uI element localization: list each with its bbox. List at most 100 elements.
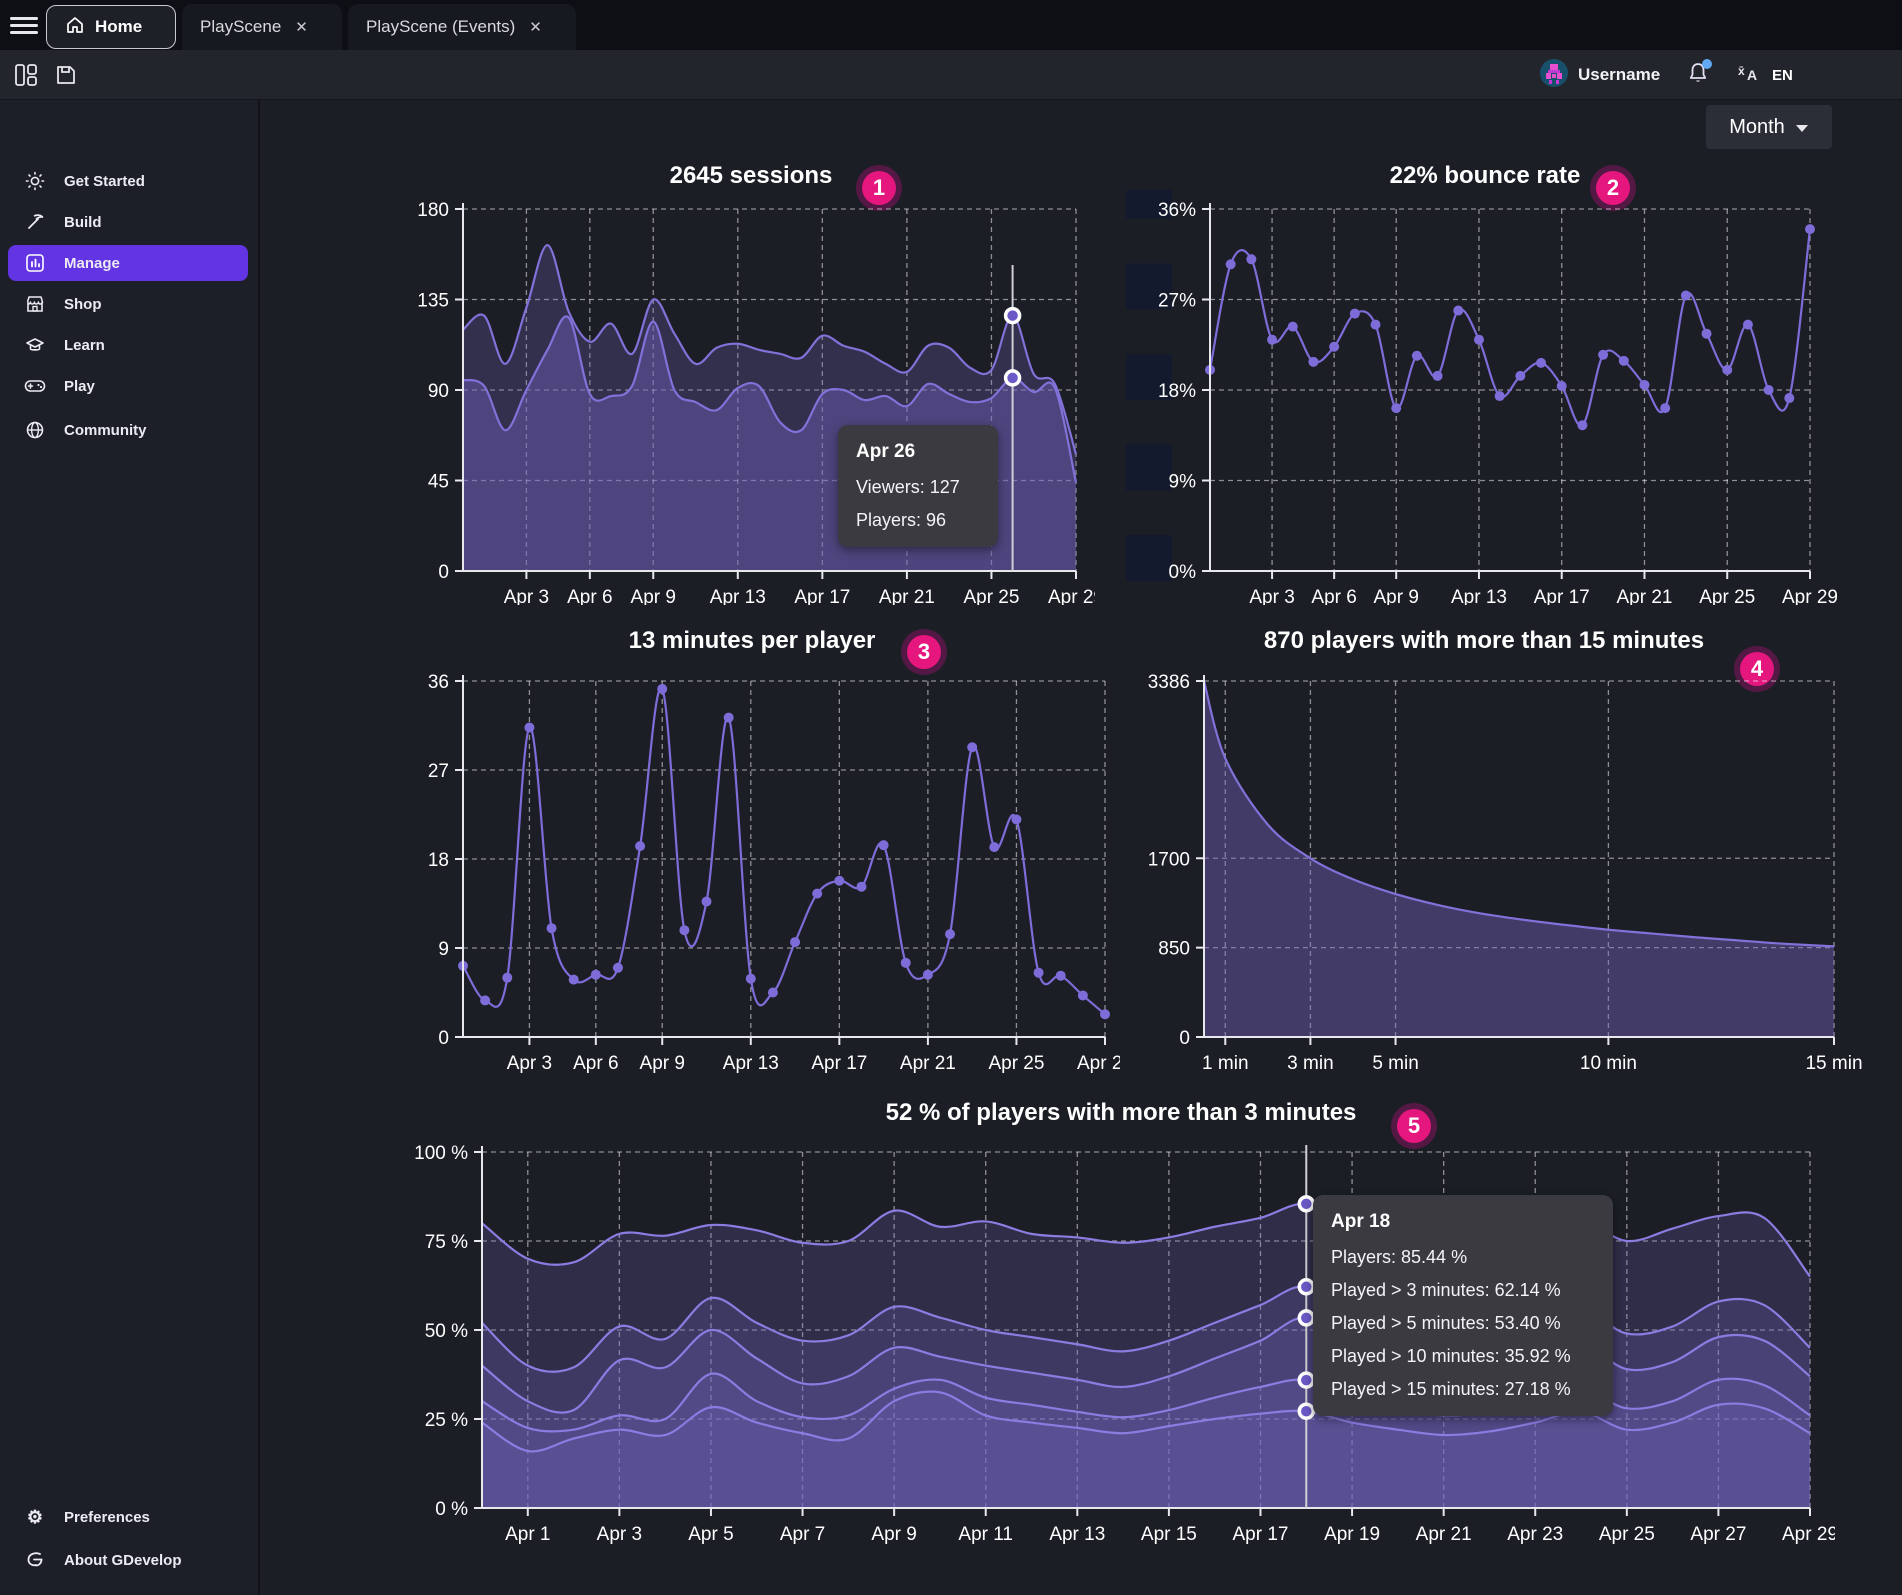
- svg-text:Apr 6: Apr 6: [1311, 587, 1356, 605]
- home-icon: [65, 15, 85, 40]
- close-icon[interactable]: ✕: [291, 16, 312, 38]
- svg-text:Apr 21: Apr 21: [879, 587, 935, 605]
- sidebar-item-get-started[interactable]: Get Started: [8, 163, 248, 199]
- svg-text:100 %: 100 %: [414, 1143, 468, 1164]
- svg-text:5 min: 5 min: [1372, 1053, 1418, 1074]
- svg-text:0: 0: [438, 562, 449, 583]
- svg-text:Apr 13: Apr 13: [710, 587, 766, 605]
- tooltip-line: Players: 96: [856, 510, 980, 531]
- sidebar-item-about[interactable]: About GDevelop: [8, 1542, 248, 1578]
- sun-icon: [24, 170, 46, 192]
- account-button[interactable]: Username: [1540, 50, 1660, 100]
- tooltip-line: Players: 85.44 %: [1331, 1247, 1595, 1268]
- sidebar-item-community[interactable]: Community: [8, 412, 248, 448]
- unread-dot: [1702, 59, 1712, 69]
- tooltip-line: Viewers: 127: [856, 477, 980, 498]
- svg-text:0 %: 0 %: [435, 1499, 468, 1520]
- svg-text:18%: 18%: [1158, 381, 1196, 402]
- tooltip-line: Played > 5 minutes: 53.40 %: [1331, 1313, 1595, 1334]
- svg-text:Apr 3: Apr 3: [597, 1524, 642, 1545]
- tab-bar: Home PlayScene ✕ PlayScene (Events) ✕: [0, 0, 1902, 50]
- svg-text:Apr 3: Apr 3: [504, 587, 549, 605]
- svg-text:27: 27: [428, 761, 449, 782]
- tooltip-line: Played > 10 minutes: 35.92 %: [1331, 1346, 1595, 1367]
- sidebar-item-preferences[interactable]: ⚙ Preferences: [8, 1499, 248, 1535]
- svg-text:36%: 36%: [1158, 200, 1196, 221]
- sidebar-item-play[interactable]: Play: [8, 368, 248, 404]
- notifications-button[interactable]: [1686, 50, 1710, 100]
- svg-text:Apr 29: Apr 29: [1048, 587, 1095, 605]
- svg-text:9: 9: [438, 939, 449, 960]
- chart-title-bounce: 22% bounce rate: [1185, 162, 1785, 190]
- svg-text:Apr 19: Apr 19: [1324, 1524, 1380, 1545]
- svg-text:0: 0: [438, 1028, 449, 1049]
- sidebar-item-manage[interactable]: Manage: [8, 245, 248, 281]
- svg-text:9%: 9%: [1169, 472, 1197, 493]
- tab-label: PlayScene: [200, 17, 281, 37]
- pickaxe-icon: [24, 211, 46, 233]
- svg-text:Apr 13: Apr 13: [723, 1053, 779, 1074]
- sidebar-item-learn[interactable]: Learn: [8, 327, 248, 363]
- pixel-avatar: [1540, 59, 1568, 92]
- save-icon[interactable]: [54, 63, 78, 87]
- svg-text:850: 850: [1158, 939, 1190, 960]
- play-duration-bands-chart[interactable]: 0 %25 %50 %75 %100 %Apr 1Apr 3Apr 5Apr 7…: [385, 1120, 1835, 1552]
- bar-chart-icon: [24, 252, 46, 274]
- svg-text:0: 0: [1179, 1028, 1190, 1049]
- minutes-per-player-chart[interactable]: 09182736Apr 3Apr 6Apr 9Apr 13Apr 17Apr 2…: [375, 650, 1120, 1075]
- svg-text:36: 36: [428, 672, 449, 693]
- sidebar-item-label: Community: [64, 422, 147, 439]
- period-selector[interactable]: Month: [1706, 105, 1832, 149]
- tab-home[interactable]: Home: [46, 5, 176, 49]
- svg-text:Apr 7: Apr 7: [780, 1524, 825, 1545]
- svg-text:Apr 25: Apr 25: [1699, 587, 1755, 605]
- svg-text:27%: 27%: [1158, 291, 1196, 312]
- svg-text:Apr 3: Apr 3: [507, 1053, 552, 1074]
- svg-text:Apr 15: Apr 15: [1141, 1524, 1197, 1545]
- tooltip-line: Played > 3 minutes: 62.14 %: [1331, 1280, 1595, 1301]
- sidebar-item-label: Shop: [64, 296, 102, 313]
- svg-text:Apr 1: Apr 1: [505, 1524, 550, 1545]
- chart-title-sessions: 2645 sessions: [451, 162, 1051, 190]
- bounce-rate-chart[interactable]: 0%9%18%27%36%Apr 3Apr 6Apr 9Apr 13Apr 17…: [1125, 190, 1845, 605]
- sidebar-item-label: Manage: [64, 255, 120, 272]
- menu-icon[interactable]: [10, 13, 38, 37]
- language-button[interactable]: x̄A EN: [1736, 50, 1793, 100]
- svg-text:50 %: 50 %: [425, 1321, 468, 1342]
- svg-text:Apr 13: Apr 13: [1049, 1524, 1105, 1545]
- players-retention-chart[interactable]: 0850170033861 min3 min5 min10 min15 min: [1115, 650, 1885, 1075]
- svg-text:Apr 29: Apr 29: [1782, 1524, 1835, 1545]
- tab-label: Home: [95, 17, 142, 37]
- sidebar: Get Started Build Manage Shop Learn Play: [0, 100, 260, 1595]
- svg-text:Apr 3: Apr 3: [1249, 587, 1294, 605]
- svg-text:18: 18: [428, 850, 449, 871]
- tab-playscene-events[interactable]: PlayScene (Events) ✕: [348, 4, 576, 50]
- svg-text:Apr 23: Apr 23: [1507, 1524, 1563, 1545]
- close-icon[interactable]: ✕: [525, 16, 546, 38]
- svg-text:x̄: x̄: [1738, 64, 1745, 78]
- svg-text:3 min: 3 min: [1287, 1053, 1333, 1074]
- svg-text:45: 45: [428, 472, 449, 493]
- svg-text:Apr 25: Apr 25: [988, 1053, 1044, 1074]
- panels-icon[interactable]: [14, 63, 38, 87]
- svg-text:Apr 29: Apr 29: [1782, 587, 1838, 605]
- svg-text:Apr 17: Apr 17: [1534, 587, 1590, 605]
- sidebar-item-label: Get Started: [64, 173, 145, 190]
- svg-text:10 min: 10 min: [1580, 1053, 1637, 1074]
- svg-text:180: 180: [417, 200, 449, 221]
- tab-playscene[interactable]: PlayScene ✕: [182, 4, 342, 50]
- svg-text:Apr 9: Apr 9: [1373, 587, 1418, 605]
- sidebar-item-shop[interactable]: Shop: [8, 286, 248, 322]
- svg-text:135: 135: [417, 291, 449, 312]
- period-value: Month: [1729, 116, 1785, 139]
- svg-text:Apr 17: Apr 17: [794, 587, 850, 605]
- svg-text:Apr 9: Apr 9: [871, 1524, 916, 1545]
- sidebar-item-build[interactable]: Build: [8, 204, 248, 240]
- svg-text:Apr 5: Apr 5: [688, 1524, 733, 1545]
- svg-text:Apr 25: Apr 25: [1599, 1524, 1655, 1545]
- storefront-icon: [24, 293, 46, 315]
- svg-text:Apr 6: Apr 6: [573, 1053, 618, 1074]
- svg-text:Apr 9: Apr 9: [631, 587, 676, 605]
- tooltip-line: Played > 15 minutes: 27.18 %: [1331, 1379, 1595, 1400]
- svg-text:15 min: 15 min: [1805, 1053, 1862, 1074]
